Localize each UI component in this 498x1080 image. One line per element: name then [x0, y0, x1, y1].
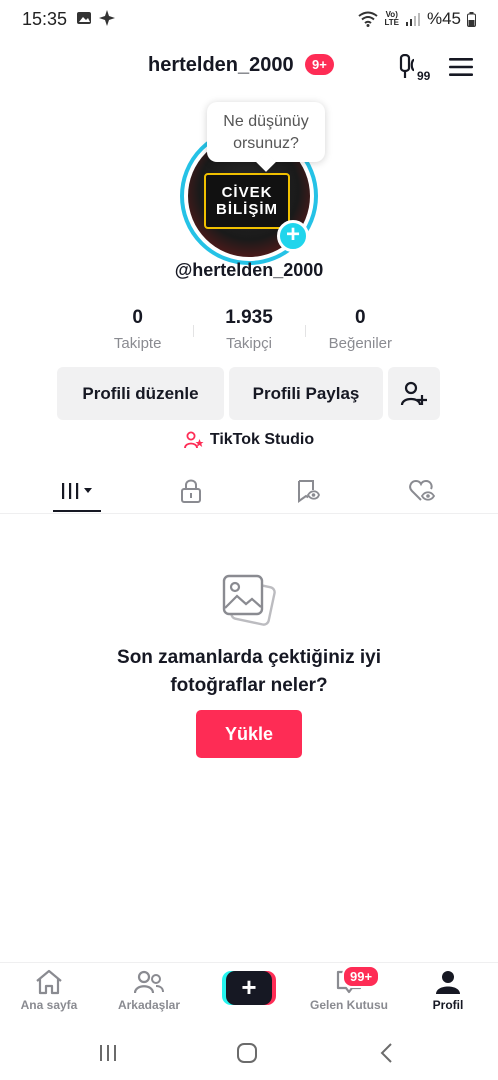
battery-percent: %45	[426, 9, 461, 28]
home-square-icon	[237, 1043, 257, 1063]
sparkle-icon	[99, 10, 115, 26]
system-navigation	[0, 1026, 498, 1080]
stat-followers[interactable]: 1.935 Takipçi	[193, 305, 304, 355]
tab-liked[interactable]	[398, 470, 446, 512]
nav-friends[interactable]: Arkadaşlar	[104, 969, 194, 1012]
friends-icon	[134, 970, 164, 994]
volte-indicator: Vo) LTE	[384, 10, 399, 27]
avatar-logo-image: CİVEK BİLİŞİM	[204, 173, 290, 229]
edit-profile-button[interactable]: Profili düzenle	[57, 367, 224, 420]
battery-icon	[467, 11, 476, 27]
profile-stats: 0 Takipte 1.935 Takipçi 0 Beğeniler	[82, 305, 416, 355]
add-user-icon	[400, 381, 427, 405]
signal-icon	[405, 13, 420, 26]
bottom-navigation: Ana sayfa Arkadaşlar + Gelen Kutusu 99+	[0, 962, 498, 1022]
account-notification-badge[interactable]: 9+	[305, 54, 334, 75]
recent-apps-button[interactable]	[93, 1040, 123, 1066]
photo-placeholder-icon	[222, 574, 276, 626]
tab-reposts[interactable]	[284, 470, 332, 512]
back-chevron-icon	[380, 1043, 392, 1063]
liked-icon	[409, 479, 436, 501]
active-tab-indicator	[53, 510, 101, 512]
home-system-button[interactable]	[232, 1040, 262, 1066]
recent-apps-icon	[100, 1045, 116, 1061]
tab-private[interactable]	[167, 470, 215, 512]
thoughts-bubble[interactable]: Ne düşünüy orsunuz?	[207, 102, 325, 162]
add-friends-button[interactable]	[388, 367, 440, 420]
lock-icon	[181, 479, 201, 503]
status-bar: 15:35 Vo) LTE %45	[0, 0, 498, 38]
back-button[interactable]	[372, 1040, 402, 1066]
nav-home[interactable]: Ana sayfa	[4, 969, 94, 1012]
tiktok-studio-link[interactable]: TikTok Studio	[0, 431, 498, 449]
empty-state-message: Son zamanlarda çektiğiniz iyi fotoğrafla…	[117, 647, 381, 696]
status-time: 15:35	[22, 9, 68, 29]
svg-text:99: 99	[417, 69, 431, 82]
creator-tools-icon[interactable]: 99	[397, 54, 437, 82]
gallery-icon	[77, 12, 91, 24]
upload-button[interactable]: Yükle	[196, 710, 302, 758]
add-avatar-button[interactable]: +	[277, 220, 309, 252]
videos-grid-icon	[62, 483, 92, 499]
profile-header: hertelden_2000 9+ 99	[0, 48, 498, 86]
plus-icon: +	[226, 971, 272, 1005]
profile-icon	[436, 971, 460, 994]
username-title[interactable]: hertelden_2000	[148, 54, 294, 77]
nav-profile[interactable]: Profil	[403, 969, 493, 1012]
profile-tabs	[0, 470, 498, 514]
studio-icon	[183, 431, 204, 449]
stat-following[interactable]: 0 Takipte	[82, 305, 193, 355]
tab-videos[interactable]	[53, 470, 101, 512]
stat-likes[interactable]: 0 Beğeniler	[304, 305, 416, 355]
bookmark-icon	[298, 480, 320, 503]
profile-screen: 15:35 Vo) LTE %45 hertelden_2000 9+ 99 C…	[0, 0, 498, 1080]
share-profile-button[interactable]: Profili Paylaş	[229, 367, 383, 420]
wifi-icon	[358, 11, 379, 27]
inbox-count-badge: 99+	[342, 965, 381, 988]
home-icon	[36, 969, 62, 995]
hamburger-menu-icon[interactable]	[448, 55, 474, 79]
profile-handle: @hertelden_2000	[174, 260, 324, 280]
create-button[interactable]: +	[222, 971, 276, 1005]
